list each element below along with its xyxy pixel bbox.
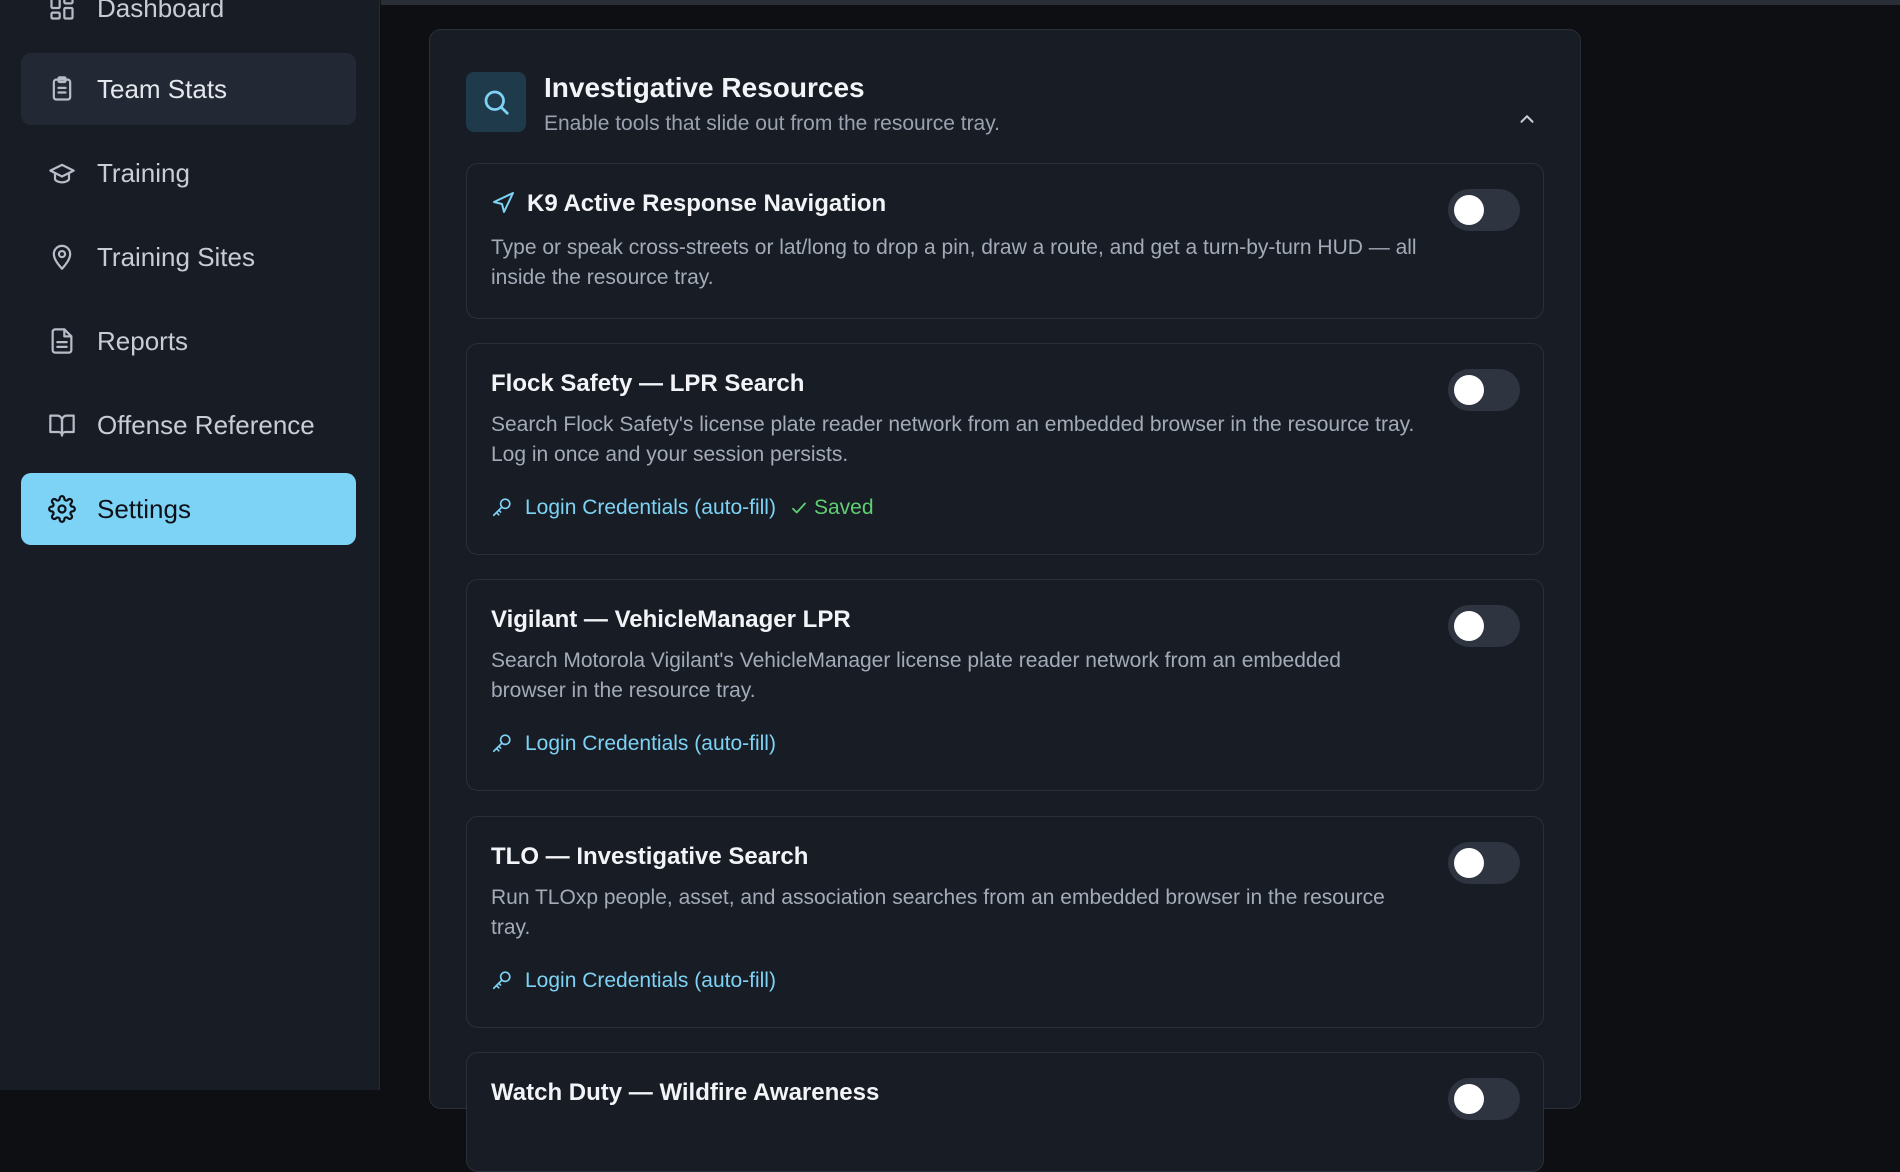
watch-duty-toggle[interactable]: [1448, 1078, 1520, 1120]
toggle-knob: [1454, 848, 1484, 878]
resource-title: Vigilant — VehicleManager LPR: [491, 606, 851, 633]
gear-icon: [47, 494, 77, 524]
sidebar-item-training-sites[interactable]: Training Sites: [21, 221, 356, 293]
credentials-row: Login Credentials (auto-fill) Saved: [491, 496, 874, 520]
check-icon: [790, 499, 808, 517]
resource-title: Flock Safety — LPR Search: [491, 370, 805, 397]
resource-description: Search Flock Safety's license plate read…: [491, 413, 1415, 466]
sidebar-item-settings[interactable]: Settings: [21, 473, 356, 545]
resource-title: Watch Duty — Wildfire Awareness: [491, 1079, 880, 1106]
collapse-button[interactable]: [1512, 104, 1542, 134]
login-credentials-link[interactable]: Login Credentials (auto-fill): [491, 969, 776, 993]
saved-status: Saved: [790, 496, 874, 520]
login-credentials-label: Login Credentials (auto-fill): [525, 969, 776, 992]
chevron-up-icon: [1520, 115, 1534, 123]
credentials-row: Login Credentials (auto-fill): [491, 732, 776, 756]
resource-card-flock-safety: Flock Safety — LPR Search Search Flock S…: [466, 343, 1544, 555]
key-icon: [491, 496, 515, 520]
sidebar-item-dashboard[interactable]: Dashboard: [21, 0, 356, 44]
panel-header[interactable]: Investigative Resources Enable tools tha…: [430, 30, 1580, 160]
tlo-toggle[interactable]: [1448, 842, 1520, 884]
sidebar-item-label: Training: [97, 157, 190, 188]
sidebar: Dashboard Team Stats Training Training S…: [0, 0, 380, 1090]
panel-subtitle: Enable tools that slide out from the res…: [544, 112, 1001, 135]
sidebar-item-label: Training Sites: [97, 241, 255, 272]
navigation-arrow-icon: [491, 191, 517, 217]
resource-title: TLO — Investigative Search: [491, 843, 809, 870]
sidebar-item-label: Settings: [97, 493, 191, 524]
flock-safety-toggle[interactable]: [1448, 369, 1520, 411]
credentials-row: Login Credentials (auto-fill): [491, 969, 776, 993]
sidebar-item-offense-reference[interactable]: Offense Reference: [21, 389, 356, 461]
toggle-knob: [1454, 375, 1484, 405]
dashboard-icon: [47, 0, 77, 23]
login-credentials-label: Login Credentials (auto-fill): [525, 496, 776, 519]
sidebar-item-team-stats[interactable]: Team Stats: [21, 53, 356, 125]
investigative-resources-panel: Investigative Resources Enable tools tha…: [429, 29, 1581, 1172]
resource-title: K9 Active Response Navigation: [491, 190, 886, 218]
panel-title: Investigative Resources: [544, 72, 865, 103]
book-open-icon: [47, 410, 77, 440]
sidebar-item-label: Team Stats: [97, 73, 228, 104]
key-icon: [491, 969, 515, 993]
clipboard-icon: [47, 74, 77, 104]
toggle-knob: [1454, 195, 1484, 225]
graduation-cap-icon: [47, 158, 77, 188]
k9-navigation-toggle[interactable]: [1448, 189, 1520, 231]
key-icon: [491, 732, 515, 756]
toggle-knob: [1454, 1084, 1484, 1114]
sidebar-item-training[interactable]: Training: [21, 137, 356, 209]
vigilant-toggle[interactable]: [1448, 605, 1520, 647]
sidebar-item-label: Reports: [97, 325, 189, 356]
top-bar-edge: [381, 0, 1900, 5]
resource-card-tlo: TLO — Investigative Search Run TLOxp peo…: [466, 816, 1544, 1028]
resource-description: Type or speak cross-streets or lat/long …: [491, 236, 1417, 289]
login-credentials-link[interactable]: Login Credentials (auto-fill): [491, 732, 776, 756]
search-icon: [466, 72, 526, 132]
file-text-icon: [47, 326, 77, 356]
sidebar-item-label: Dashboard: [97, 0, 225, 23]
saved-label: Saved: [813, 496, 874, 519]
resource-card-k9-navigation: K9 Active Response Navigation Type or sp…: [466, 163, 1544, 319]
toggle-knob: [1454, 611, 1484, 641]
login-credentials-link[interactable]: Login Credentials (auto-fill): [491, 496, 776, 520]
sidebar-item-reports[interactable]: Reports: [21, 305, 356, 377]
resource-description: Run TLOxp people, asset, and association…: [491, 886, 1385, 939]
sidebar-item-label: Offense Reference: [97, 409, 315, 440]
resource-description: Search Motorola Vigilant's VehicleManage…: [491, 649, 1341, 702]
map-pin-icon: [47, 242, 77, 272]
resource-card-vigilant: Vigilant — VehicleManager LPR Search Mot…: [466, 579, 1544, 791]
login-credentials-label: Login Credentials (auto-fill): [525, 732, 776, 755]
resource-card-watch-duty: Watch Duty — Wildfire Awareness: [466, 1052, 1544, 1172]
